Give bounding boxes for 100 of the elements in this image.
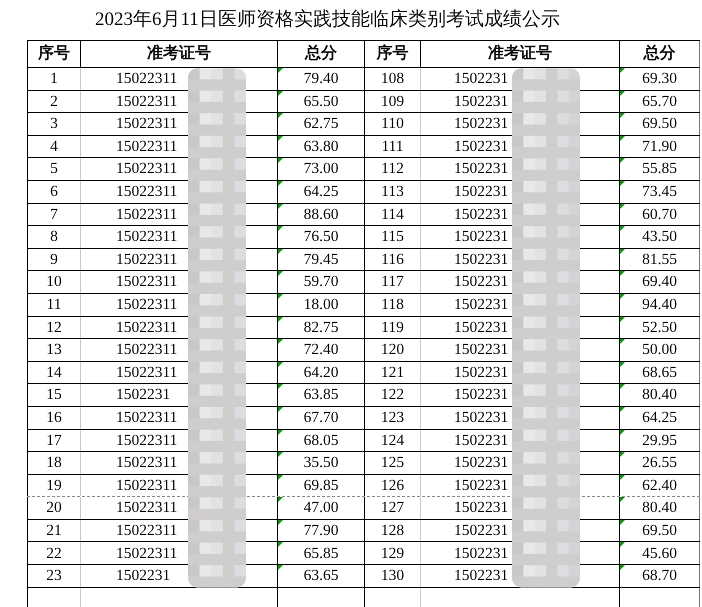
cell-marker-icon xyxy=(620,316,625,322)
row-number: 10 xyxy=(46,274,62,290)
cell-marker-icon xyxy=(620,90,625,96)
cell-marker-icon xyxy=(620,271,625,276)
exam-id: 1502231 xyxy=(454,274,508,290)
row-number: 118 xyxy=(381,296,404,312)
row-number: 3 xyxy=(50,116,58,132)
score: 45.60 xyxy=(642,546,677,562)
exam-id: 15022311 xyxy=(116,274,178,290)
row-number: 122 xyxy=(380,387,404,403)
row-number: 115 xyxy=(381,229,404,245)
score: 80.40 xyxy=(642,387,677,403)
exam-id: 1502231 xyxy=(454,296,508,312)
row-number: 23 xyxy=(46,568,62,584)
score: 64.25 xyxy=(304,184,338,200)
score: 77.90 xyxy=(304,522,338,538)
cell-marker-icon xyxy=(278,113,283,118)
score: 67.70 xyxy=(304,410,338,426)
row-number: 128 xyxy=(380,522,404,538)
row-number: 17 xyxy=(46,432,62,448)
exam-id: 15022311 xyxy=(116,410,178,426)
exam-id: 15022311 xyxy=(116,522,178,538)
row-number: 4 xyxy=(50,138,58,154)
cell-marker-icon xyxy=(620,113,625,118)
exam-id: 15022311 xyxy=(116,252,178,268)
cell-marker-icon xyxy=(278,294,283,299)
cell-marker-icon xyxy=(620,294,625,299)
exam-id: 1502231 xyxy=(454,500,508,516)
cell-marker-icon xyxy=(620,339,625,344)
cell-marker-icon xyxy=(278,452,283,458)
row-number: 114 xyxy=(381,206,404,222)
score: 69.30 xyxy=(642,71,677,87)
exam-id: 1502231 xyxy=(454,568,508,584)
exam-id: 1502231 xyxy=(454,229,508,245)
exam-id: 1502231 xyxy=(454,478,508,494)
column-header: 序号 xyxy=(376,43,408,64)
row-number: 19 xyxy=(46,478,62,494)
row-number: 15 xyxy=(46,387,62,403)
exam-id: 1502231 xyxy=(454,364,508,380)
score: 94.40 xyxy=(642,296,677,312)
exam-id: 15022311 xyxy=(116,546,178,562)
column-header: 准考证号 xyxy=(488,44,552,64)
score: 82.75 xyxy=(304,320,338,336)
cell-marker-icon xyxy=(620,362,625,367)
row-number: 21 xyxy=(46,522,62,538)
row-number: 18 xyxy=(46,455,62,471)
exam-id: 1502231 xyxy=(116,568,170,584)
exam-id: 15022311 xyxy=(116,71,178,87)
score: 69.40 xyxy=(642,274,677,290)
cell-marker-icon xyxy=(278,542,283,548)
exam-id: 15022311 xyxy=(116,184,178,200)
score: 73.45 xyxy=(642,184,677,200)
exam-id: 15022311 xyxy=(116,500,178,516)
score: 63.65 xyxy=(304,568,338,584)
score: 60.70 xyxy=(642,206,677,222)
row-number: 127 xyxy=(380,500,404,516)
score: 63.85 xyxy=(304,387,338,403)
score: 26.55 xyxy=(642,455,677,471)
cell-marker-icon xyxy=(620,542,625,548)
column-header: 总分 xyxy=(644,44,676,64)
score: 47.00 xyxy=(304,500,338,516)
exam-id: 1502231 xyxy=(454,252,508,268)
exam-id: 15022311 xyxy=(116,342,178,358)
exam-id: 1502231 xyxy=(454,320,508,336)
exam-id: 1502231 xyxy=(454,387,508,403)
cell-marker-icon xyxy=(278,90,283,96)
row-number: 5 xyxy=(50,161,58,177)
cell-marker-icon xyxy=(278,384,283,390)
row-number: 13 xyxy=(46,342,62,358)
score: 65.70 xyxy=(642,94,677,110)
cell-marker-icon xyxy=(278,158,283,164)
score: 59.70 xyxy=(304,274,338,290)
score: 68.70 xyxy=(642,568,677,584)
exam-id: 1502231 xyxy=(454,206,508,222)
row-number: 108 xyxy=(380,71,404,87)
cell-marker-icon xyxy=(278,565,283,570)
exam-id: 15022311 xyxy=(116,206,178,222)
exam-id: 15022311 xyxy=(116,296,178,312)
row-number: 117 xyxy=(381,274,404,290)
exam-id: 1502231 xyxy=(454,522,508,538)
exam-id: 1502231 xyxy=(454,71,508,87)
row-number: 110 xyxy=(381,116,404,132)
row-number: 125 xyxy=(380,455,404,471)
score: 35.50 xyxy=(304,455,338,471)
exam-id: 1502231 xyxy=(454,116,508,132)
cell-marker-icon xyxy=(620,430,625,434)
row-number: 16 xyxy=(46,410,62,426)
cell-marker-icon xyxy=(620,565,625,570)
cell-marker-icon xyxy=(620,226,625,232)
row-number: 14 xyxy=(46,364,62,380)
cell-marker-icon xyxy=(620,406,625,412)
cell-marker-icon xyxy=(278,316,283,322)
sheet-title: 2023年6月11日医师资格实践技能临床类别考试成绩公示 xyxy=(95,8,560,32)
row-number: 109 xyxy=(380,94,404,110)
score: 69.85 xyxy=(304,478,338,494)
row-number: 116 xyxy=(381,252,404,268)
score: 63.80 xyxy=(304,138,338,154)
score: 88.60 xyxy=(304,206,338,222)
score: 69.50 xyxy=(642,116,677,132)
row-number: 126 xyxy=(380,478,404,494)
